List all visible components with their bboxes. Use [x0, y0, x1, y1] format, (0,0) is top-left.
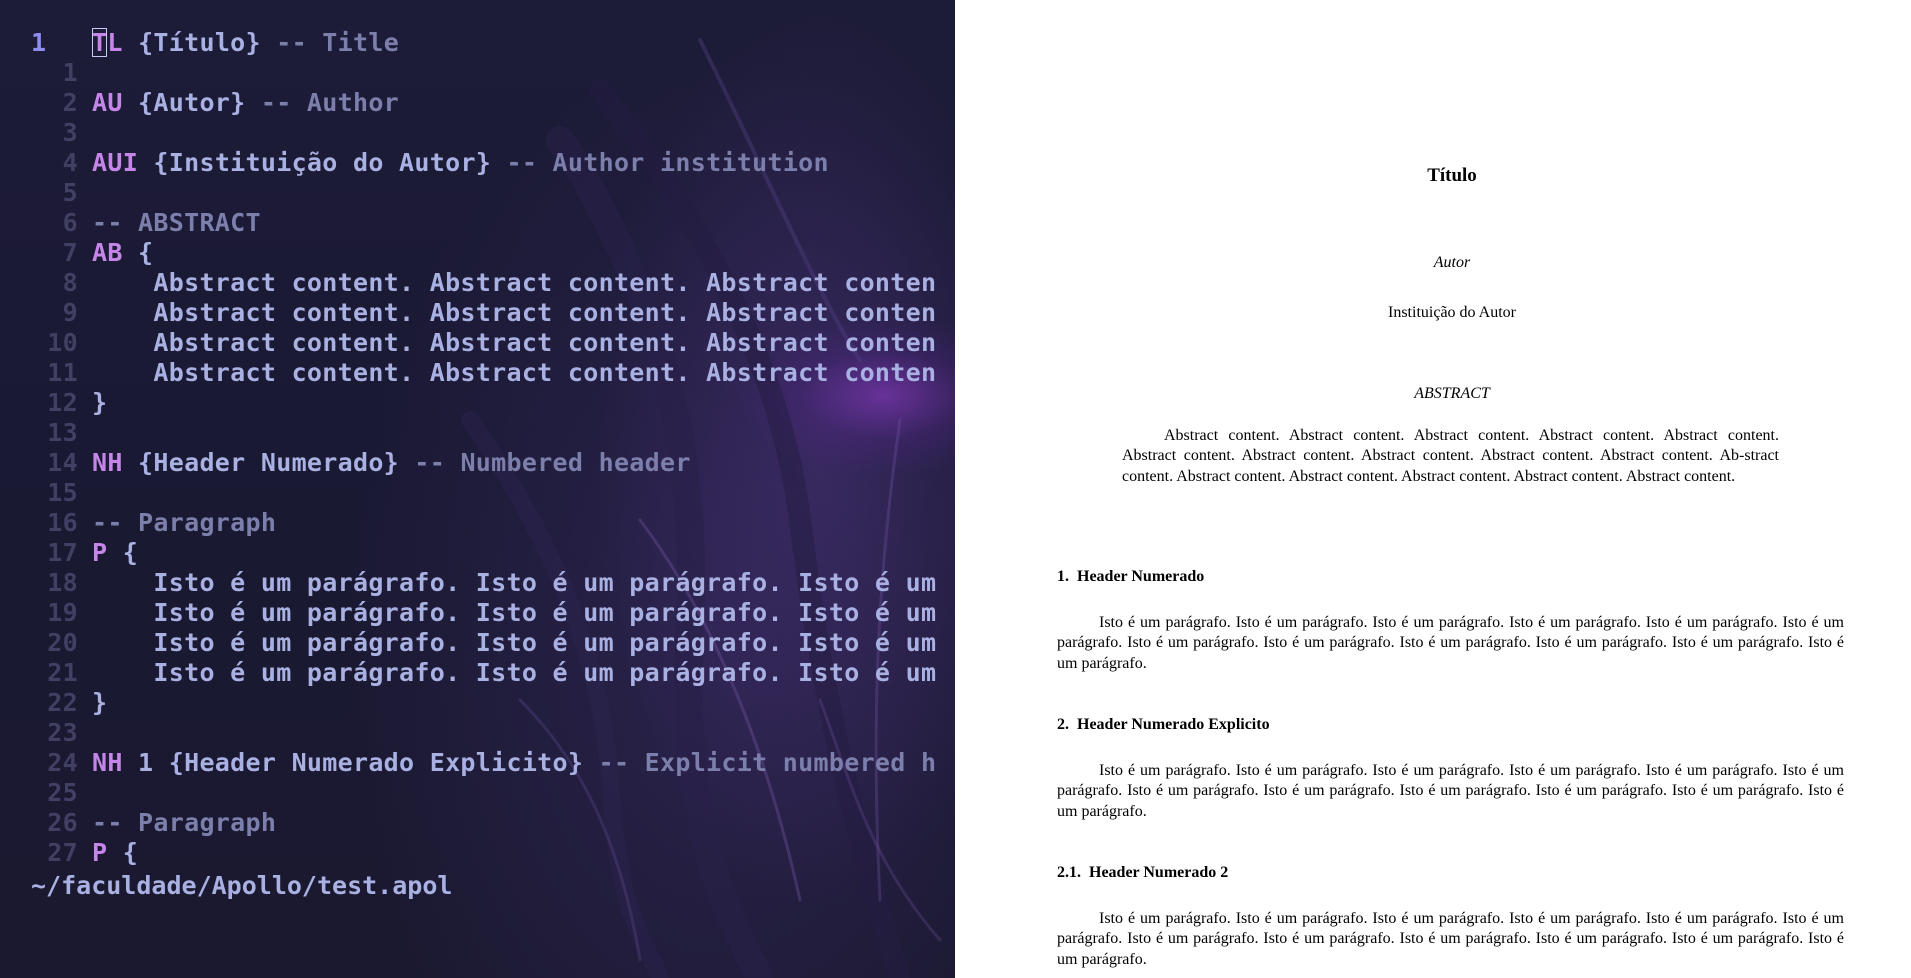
text-token: Abstract content. Abstract content. Abst…: [92, 358, 937, 387]
text-token: Abstract content. Abstract content. Abst…: [92, 268, 937, 297]
line-number: 5: [62, 178, 78, 207]
comment-token: -- Explicit numbered h: [598, 748, 937, 777]
comment-token: -- Paragraph: [92, 808, 277, 837]
text-token: 1 {Header Numerado Explicito}: [122, 748, 599, 777]
line-text[interactable]: Isto é um parágrafo. Isto é um parágrafo…: [92, 568, 936, 598]
text-token: {Autor}: [122, 88, 261, 117]
text-token: }: [92, 388, 108, 417]
line-number: 23: [47, 718, 78, 747]
line-number: 25: [47, 778, 78, 807]
line-number: 17: [47, 538, 78, 567]
line-text[interactable]: AUI {Instituição do Autor} -- Author ins…: [92, 148, 829, 178]
line-number: 7: [62, 238, 78, 267]
comment-token: -- Author institution: [506, 148, 829, 177]
line-text[interactable]: P {: [92, 538, 138, 568]
text-token: {Instituição do Autor}: [138, 148, 507, 177]
line-text[interactable]: -- Paragraph: [92, 508, 276, 538]
line-number: 13: [47, 418, 78, 447]
current-line-number: 1: [31, 28, 47, 57]
text-token: Isto é um parágrafo. Isto é um parágrafo…: [92, 568, 937, 597]
line-number: 8: [62, 268, 78, 297]
section-heading: 2.1. Header Numerado 2: [1057, 864, 1229, 881]
keyword-token: NH: [92, 748, 123, 777]
text-token: {: [122, 238, 154, 267]
line-number: 12: [47, 388, 78, 417]
line-number: 19: [47, 598, 78, 627]
line-number: 4: [62, 148, 78, 177]
comment-token: -- Numbered header: [414, 448, 691, 477]
line-number: 9: [62, 298, 78, 327]
abstract-body: Abstract content. Abstract content. Abst…: [1122, 427, 1779, 485]
line-text[interactable]: Isto é um parágrafo. Isto é um parágrafo…: [92, 598, 936, 628]
document-author: Autor: [1433, 254, 1471, 271]
line-number: 10: [47, 328, 78, 357]
section-heading: 1. Header Numerado: [1057, 568, 1205, 585]
document-institution: Instituição do Autor: [1388, 304, 1516, 321]
text-token: {: [107, 838, 139, 867]
section-paragraph: Isto é um parágrafo. Isto é um parágrafo…: [1057, 614, 1844, 672]
keyword-token: P: [92, 838, 108, 867]
comment-token: -- Author: [260, 88, 400, 117]
line-text[interactable]: AU {Autor} -- Author: [92, 88, 399, 118]
keyword-token: NH: [92, 448, 123, 477]
line-text[interactable]: Isto é um parágrafo. Isto é um parágrafo…: [92, 628, 936, 658]
comment-token: -- ABSTRACT: [92, 208, 261, 237]
line-number: 1: [62, 58, 78, 87]
text-token: Isto é um parágrafo. Isto é um parágrafo…: [92, 628, 937, 657]
abstract-heading: ABSTRACT: [1414, 385, 1490, 402]
line-text[interactable]: TL {Título} -- Title: [92, 28, 399, 58]
text-token: }: [92, 688, 108, 717]
line-text[interactable]: NH 1 {Header Numerado Explicito} -- Expl…: [92, 748, 936, 778]
line-text[interactable]: Abstract content. Abstract content. Abst…: [92, 268, 936, 298]
line-text[interactable]: AB {: [92, 238, 153, 268]
keyword-token: AU: [92, 88, 123, 117]
keyword-token: AB: [92, 238, 123, 267]
text-token: Isto é um parágrafo. Isto é um parágrafo…: [92, 658, 937, 687]
code-editor-pane[interactable]: 1 TL {Título} -- Title 1 2 AU {Autor} -- Aut…: [0, 0, 955, 978]
text-token: {: [107, 538, 139, 567]
text-token: {Título}: [122, 28, 277, 57]
line-text[interactable]: NH {Header Numerado} -- Numbered header: [92, 448, 691, 478]
text-token: Abstract content. Abstract content. Abst…: [92, 328, 937, 357]
line-text[interactable]: }: [92, 388, 107, 418]
line-text[interactable]: Abstract content. Abstract content. Abst…: [92, 328, 936, 358]
line-number: 14: [47, 448, 78, 477]
comment-token: -- Paragraph: [92, 508, 277, 537]
text-token: Isto é um parágrafo. Isto é um parágrafo…: [92, 598, 937, 627]
line-text[interactable]: -- Paragraph: [92, 808, 276, 838]
line-text[interactable]: Abstract content. Abstract content. Abst…: [92, 358, 936, 388]
text-token: {Header Numerado}: [122, 448, 415, 477]
line-text[interactable]: -- ABSTRACT: [92, 208, 261, 238]
line-number: 27: [47, 838, 78, 867]
line-text[interactable]: }: [92, 688, 107, 718]
text-cursor: T: [92, 28, 108, 57]
section-heading: 2. Header Numerado Explicito: [1057, 716, 1270, 733]
line-number: 15: [47, 478, 78, 507]
keyword-token: P: [92, 538, 108, 567]
section-paragraph: Isto é um parágrafo. Isto é um parágrafo…: [1057, 762, 1844, 820]
line-number: 16: [47, 508, 78, 537]
line-number: 20: [47, 628, 78, 657]
line-number: 21: [47, 658, 78, 687]
text-token: Abstract content. Abstract content. Abst…: [92, 298, 937, 327]
keyword-token: AUI: [92, 148, 139, 177]
comment-token: -- Title: [276, 28, 400, 57]
section-paragraph: Isto é um parágrafo. Isto é um parágrafo…: [1057, 910, 1844, 968]
line-text[interactable]: Abstract content. Abstract content. Abst…: [92, 298, 936, 328]
line-number: 26: [47, 808, 78, 837]
line-number: 6: [62, 208, 78, 237]
line-text[interactable]: Isto é um parágrafo. Isto é um parágrafo…: [92, 658, 936, 688]
line-number: 24: [47, 748, 78, 777]
file-path-status: ~/faculdade/Apollo/test.apol: [31, 871, 453, 900]
keyword-token: L: [107, 28, 123, 57]
line-number: 22: [47, 688, 78, 717]
document-title: Título: [1427, 165, 1477, 186]
line-number: 3: [62, 118, 78, 147]
line-number: 18: [47, 568, 78, 597]
document-preview-pane: Título Autor Instituição do Autor ABSTRA…: [955, 0, 1911, 978]
line-text[interactable]: P {: [92, 838, 138, 868]
line-number: 11: [47, 358, 78, 387]
line-number: 2: [62, 88, 78, 117]
